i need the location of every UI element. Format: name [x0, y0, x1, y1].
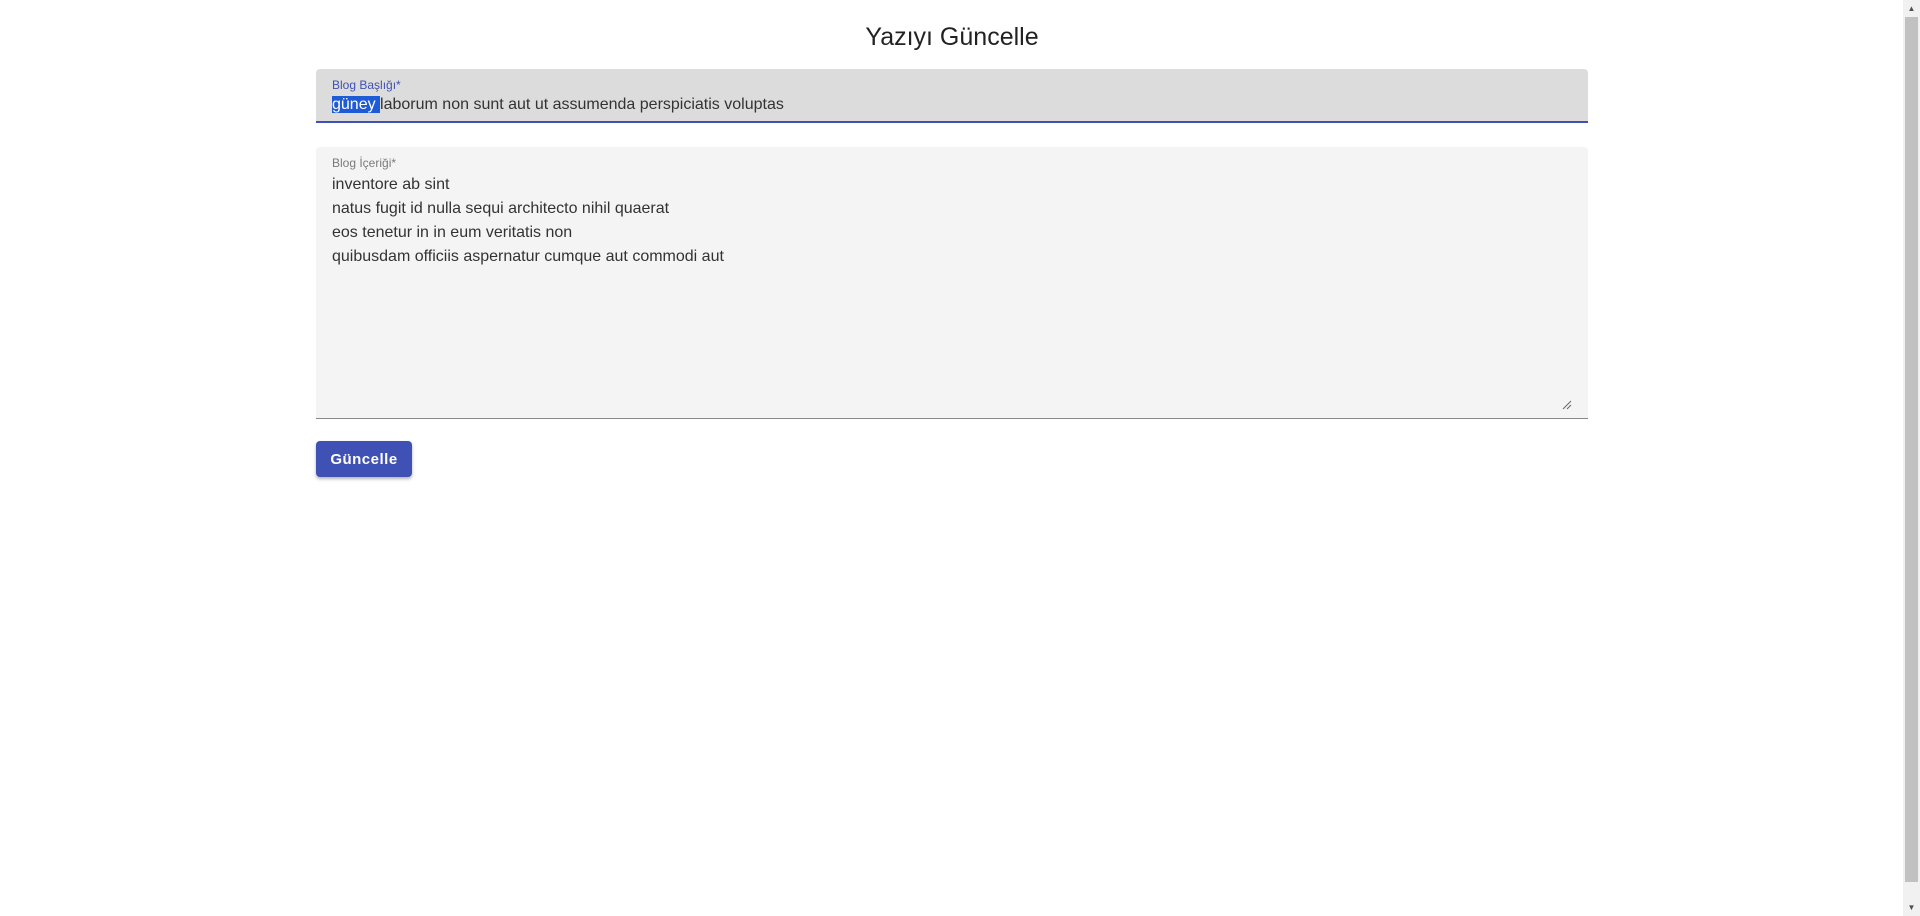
- scrollbar-thumb[interactable]: [1905, 17, 1918, 882]
- content-line: inventore ab sint: [332, 176, 450, 193]
- content-line: natus fugit id nulla sequi architecto ni…: [332, 200, 670, 217]
- blog-title-label: Blog Başlığı*: [332, 78, 401, 92]
- resize-grip-icon[interactable]: [1562, 400, 1572, 410]
- vertical-scrollbar[interactable]: ▲ ▼: [1903, 0, 1920, 916]
- triangle-down-icon[interactable]: ▼: [1903, 899, 1920, 916]
- content-line: quibusdam officiis aspernatur cumque aut…: [332, 248, 724, 265]
- page-title: Yazıyı Güncelle: [865, 23, 1039, 51]
- selected-text: güney: [332, 96, 381, 113]
- blog-title-field[interactable]: Blog Başlığı* güney laborum non sunt aut…: [316, 69, 1588, 123]
- update-button[interactable]: Güncelle: [316, 441, 412, 477]
- blog-title-text: laborum non sunt aut ut assumenda perspi…: [380, 96, 784, 113]
- update-post-form-container: Yazıyı Güncelle Blog Başlığı* güney labo…: [316, 0, 1588, 477]
- triangle-up-icon[interactable]: ▲: [1903, 0, 1920, 17]
- blog-title-input[interactable]: güney laborum non sunt aut ut assumenda …: [332, 95, 784, 115]
- blog-content-field[interactable]: Blog İçeriği* inventore ab sint natus fu…: [316, 147, 1588, 419]
- content-line: eos tenetur in in eum veritatis non: [332, 224, 573, 241]
- blog-content-textarea[interactable]: inventore ab sint natus fugit id nulla s…: [332, 173, 724, 269]
- page: Yazıyı Güncelle Blog Başlığı* güney labo…: [0, 0, 1920, 916]
- blog-content-label: Blog İçeriği*: [332, 156, 397, 170]
